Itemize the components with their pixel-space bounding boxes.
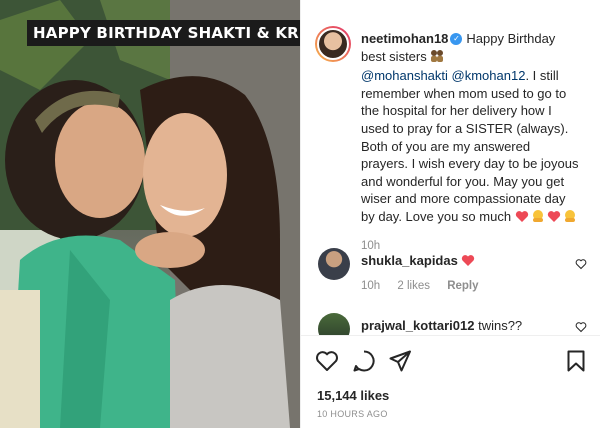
commenter-username[interactable]: shukla_kapidas <box>361 253 458 268</box>
photo-scene <box>0 0 300 428</box>
comment-bubble-icon[interactable] <box>352 349 376 373</box>
caption-text: neetimohan18 ✓ Happy Birthday best sisters… <box>361 30 579 228</box>
caption-time: 10h <box>361 240 381 252</box>
post-timestamp: 10 HOURS AGO <box>317 409 388 419</box>
post-photo[interactable]: HAPPY BIRTHDAY SHAKTI & KRITI <box>0 0 300 428</box>
reply-button[interactable]: Reply <box>447 280 478 292</box>
comments-list[interactable]: neetimohan18 ✓ Happy Birthday best sisters… <box>301 0 600 335</box>
commenter-username[interactable]: prajwal_kottari012 <box>361 318 474 333</box>
hug-emoji-icon <box>531 209 545 228</box>
sisters-emoji-icon <box>430 49 444 68</box>
comment-likes[interactable]: 2 likes <box>397 280 430 292</box>
heart-emoji-icon <box>515 210 529 228</box>
mention-link[interactable]: @kmohan12 <box>452 68 526 83</box>
comment-meta: 10h 2 likes Reply <box>361 280 493 292</box>
heart-emoji-icon <box>547 210 561 228</box>
verified-badge-icon: ✓ <box>450 32 463 45</box>
post-side-panel: neetimohan18 ✓ Happy Birthday best sisters… <box>300 0 600 428</box>
comment-time: 10h <box>361 280 381 292</box>
comment-text: shukla_kapidas <box>361 252 579 272</box>
hug-emoji-icon <box>563 209 577 228</box>
heart-emoji-icon <box>461 254 475 272</box>
commenter-avatar[interactable] <box>318 248 350 280</box>
commenter-avatar[interactable] <box>318 313 350 335</box>
likes-count[interactable]: 15,144 likes <box>317 388 389 403</box>
heart-outline-icon[interactable] <box>315 349 339 373</box>
bookmark-icon[interactable] <box>564 349 588 373</box>
mention-link[interactable]: @mohanshakti <box>361 68 448 83</box>
like-comment-heart-icon[interactable] <box>575 321 587 333</box>
author-avatar[interactable] <box>315 26 351 62</box>
like-comment-heart-icon[interactable] <box>575 258 587 270</box>
photo-overlay-text: HAPPY BIRTHDAY SHAKTI & KRITI <box>27 20 300 46</box>
paper-plane-icon[interactable] <box>388 349 412 373</box>
caption-meta: 10h <box>361 240 394 252</box>
caption-body: . I still remember when mom used to go t… <box>361 68 579 224</box>
comment-body: twins?? <box>478 318 523 333</box>
author-username[interactable]: neetimohan18 <box>361 31 448 46</box>
comment-text: prajwal_kottari012 twins?? <box>361 317 579 335</box>
